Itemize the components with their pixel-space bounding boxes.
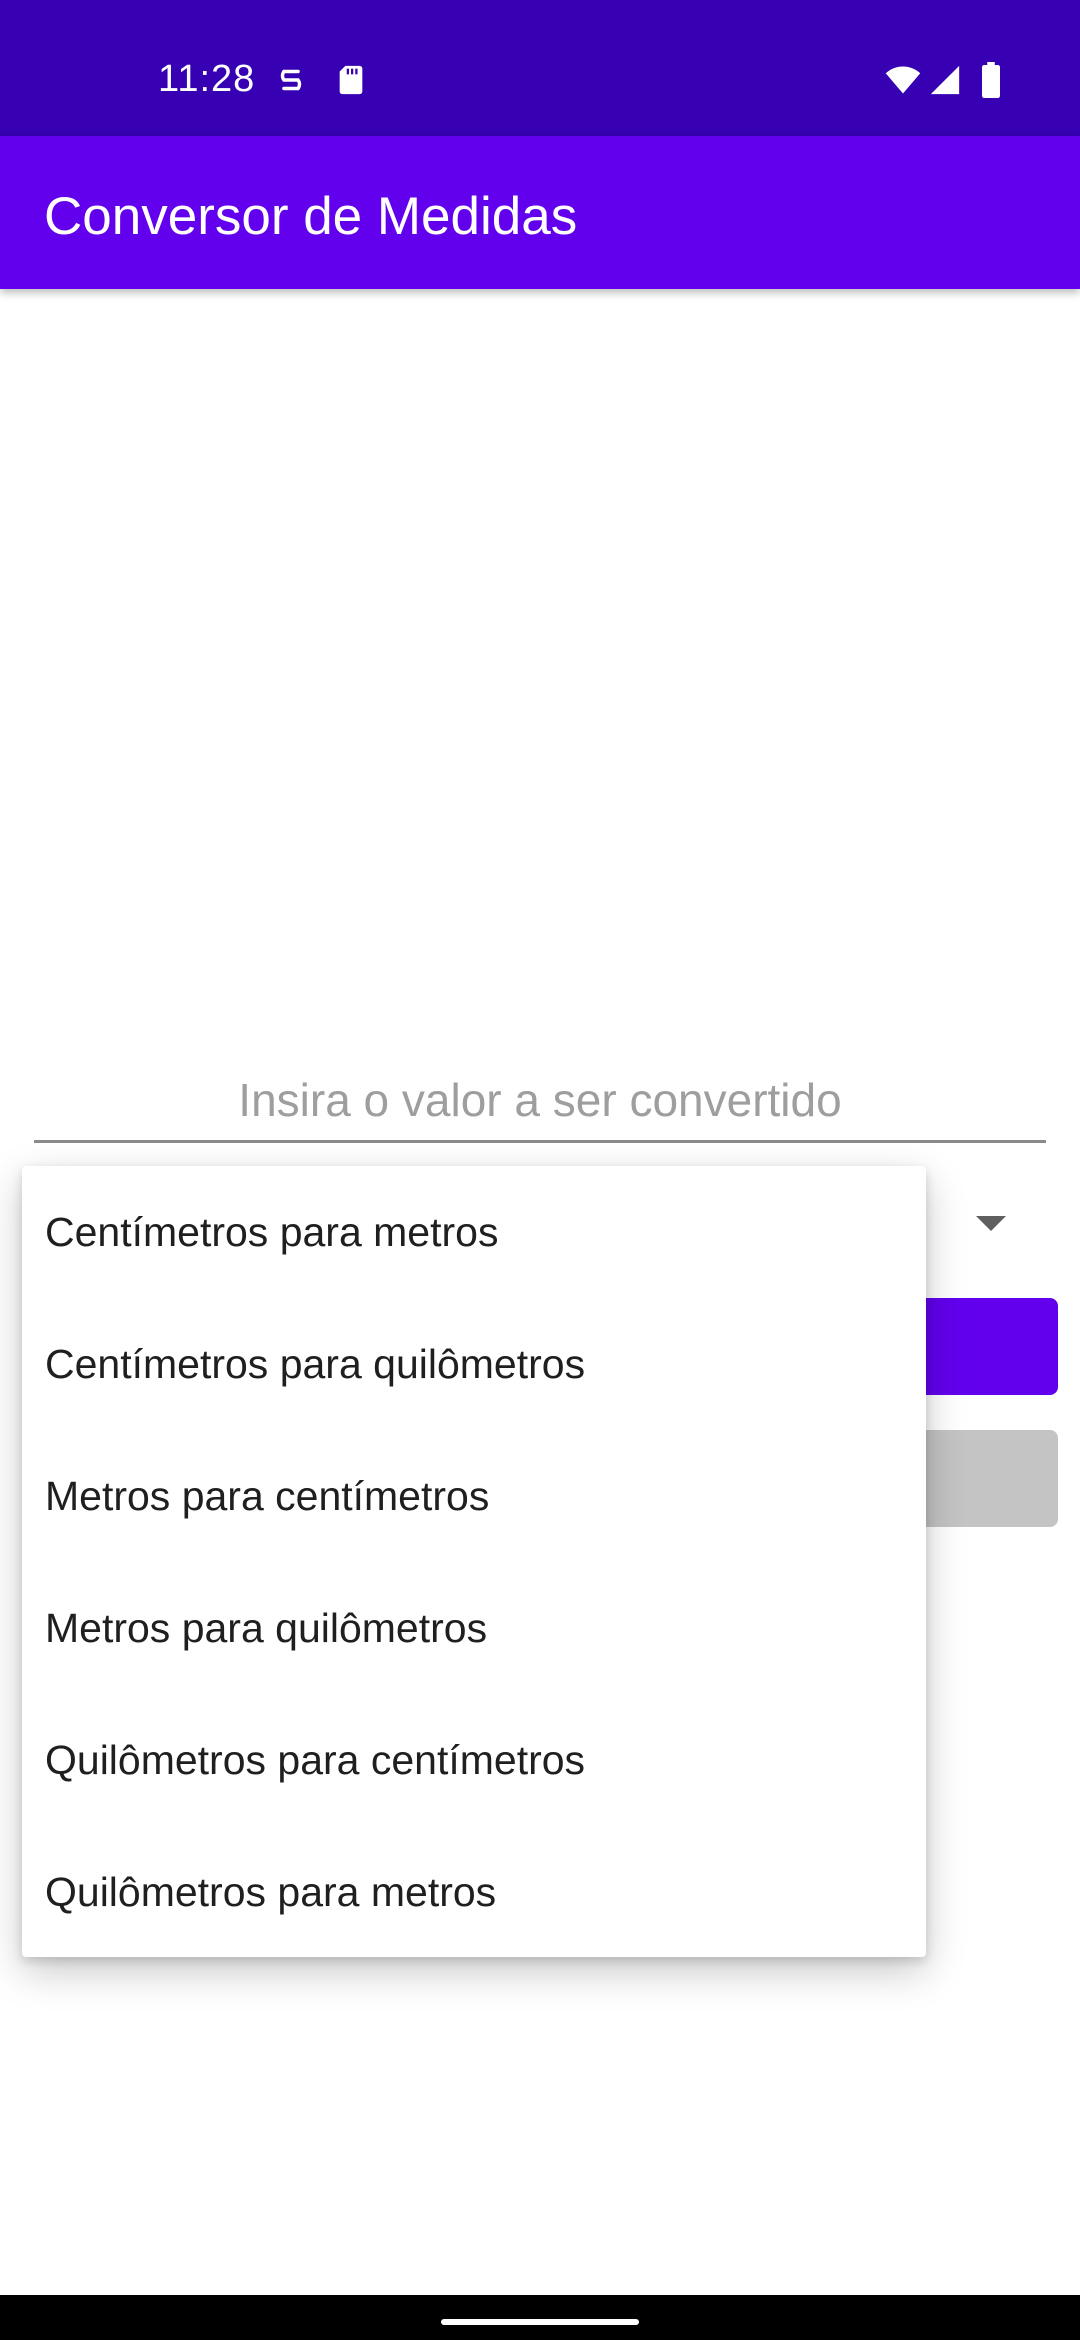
signal-icon — [928, 62, 962, 98]
conversion-dropdown-menu: Centímetros para metros Centímetros para… — [22, 1166, 926, 1957]
screen: 11:28 Conversor de Medidas Centímetros p… — [0, 0, 1080, 2340]
dropdown-option[interactable]: Centímetros para metros — [22, 1166, 926, 1298]
app-bar: Conversor de Medidas — [0, 136, 1080, 289]
dropdown-option[interactable]: Metros para quilômetros — [22, 1562, 926, 1694]
value-input[interactable] — [34, 1060, 1046, 1143]
status-bar: 11:28 — [0, 0, 1080, 136]
navigation-bar — [0, 2295, 1080, 2340]
dropdown-option[interactable]: Quilômetros para metros — [22, 1826, 926, 1958]
dropdown-option[interactable]: Quilômetros para centímetros — [22, 1694, 926, 1826]
dropdown-option[interactable]: Metros para centímetros — [22, 1430, 926, 1562]
sd-card-icon — [334, 62, 368, 98]
battery-icon — [978, 62, 1004, 98]
home-gesture-handle[interactable] — [441, 2319, 639, 2325]
chevron-down-icon[interactable] — [976, 1216, 1006, 1231]
wifi-icon — [882, 62, 924, 98]
status-time: 11:28 — [158, 58, 256, 100]
dropdown-option[interactable]: Centímetros para quilômetros — [22, 1298, 926, 1430]
app-title: Conversor de Medidas — [44, 187, 578, 246]
sync-icon — [274, 62, 308, 98]
